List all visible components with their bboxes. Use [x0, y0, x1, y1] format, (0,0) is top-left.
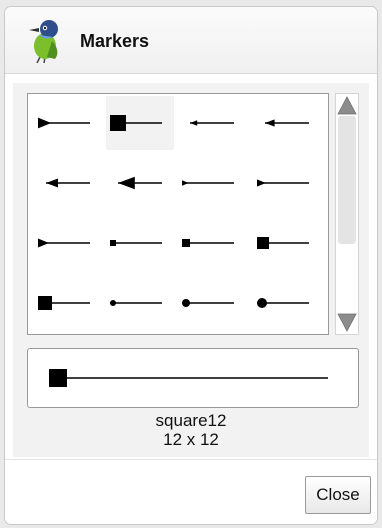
marker-option-arrow-right[interactable] [34, 216, 102, 270]
dialog-title: Markers [80, 31, 150, 51]
arrow-left-marker-shape [265, 119, 275, 127]
marker-option-arrow-left[interactable] [178, 96, 246, 150]
circle-marker-shape [110, 300, 116, 306]
marker-option-circle[interactable] [253, 276, 321, 330]
square-marker-icon [38, 296, 90, 310]
marker-option-square[interactable] [106, 96, 174, 150]
markers-content: square12 12 x 12 [13, 83, 369, 457]
square-marker-shape [110, 240, 116, 246]
marker-option-arrow-left[interactable] [34, 156, 102, 210]
marker-option-square[interactable] [106, 216, 174, 270]
arrow-left-marker-shape [190, 120, 198, 126]
bird-logo-icon [29, 20, 58, 63]
arrow-left-marker-icon [190, 120, 234, 126]
circle-marker-shape [257, 298, 267, 308]
arrow-left-marker-icon [118, 176, 162, 190]
square-marker-shape [110, 115, 126, 131]
circle-marker-icon [182, 299, 234, 307]
arrow-right-marker-shape [257, 179, 266, 187]
scroll-up-arrow-icon[interactable] [337, 95, 357, 115]
close-button[interactable]: Close [305, 476, 371, 514]
marker-option-arrow-left[interactable] [253, 96, 321, 150]
square-marker-shape [182, 239, 190, 247]
marker-option-square[interactable] [178, 216, 246, 270]
scrollbar-thumb[interactable] [338, 116, 356, 244]
marker-grid-scrollbar[interactable] [335, 93, 359, 335]
scroll-down-arrow-icon[interactable] [337, 313, 357, 333]
arrow-left-marker-icon [46, 178, 90, 188]
square-marker-icon [110, 115, 162, 131]
arrow-left-marker-shape [46, 178, 58, 188]
dialog-footer: Close [5, 459, 377, 524]
square-marker-shape [38, 296, 52, 310]
marker-option-arrow-right[interactable] [253, 156, 321, 210]
marker-preview-line [49, 369, 328, 387]
marker-option-arrow-right[interactable] [178, 156, 246, 210]
arrow-right-marker-shape [182, 180, 189, 186]
arrow-right-marker-shape [38, 117, 52, 129]
square-marker-shape [257, 237, 269, 249]
arrow-right-marker-icon [38, 117, 90, 129]
marker-name-label: square12 [155, 411, 227, 430]
arrow-left-marker-icon [265, 119, 309, 127]
arrow-left-marker-shape [118, 176, 135, 190]
arrow-right-marker-icon [257, 179, 309, 187]
marker-option-arrow-right[interactable] [34, 96, 102, 150]
marker-option-square[interactable] [34, 276, 102, 330]
arrow-right-marker-shape [38, 238, 49, 248]
marker-option-circle[interactable] [178, 276, 246, 330]
markers-dialog: Markers square12 12 x 12 Close [4, 6, 378, 525]
square-marker-icon [257, 237, 309, 249]
circle-marker-shape [182, 299, 190, 307]
square-marker-icon [182, 239, 234, 247]
marker-option-circle[interactable] [106, 276, 174, 330]
dialog-titlebar: Markers [5, 7, 377, 74]
circle-marker-icon [110, 300, 162, 306]
square-marker-icon [110, 240, 162, 246]
marker-option-square[interactable] [253, 216, 321, 270]
marker-size-label: 12 x 12 [163, 430, 219, 449]
marker-preview-panel [27, 348, 359, 408]
circle-marker-icon [257, 298, 309, 308]
marker-option-arrow-left[interactable] [106, 156, 174, 210]
marker-grid [27, 93, 329, 335]
arrow-right-marker-icon [182, 180, 234, 186]
arrow-right-marker-icon [38, 238, 90, 248]
